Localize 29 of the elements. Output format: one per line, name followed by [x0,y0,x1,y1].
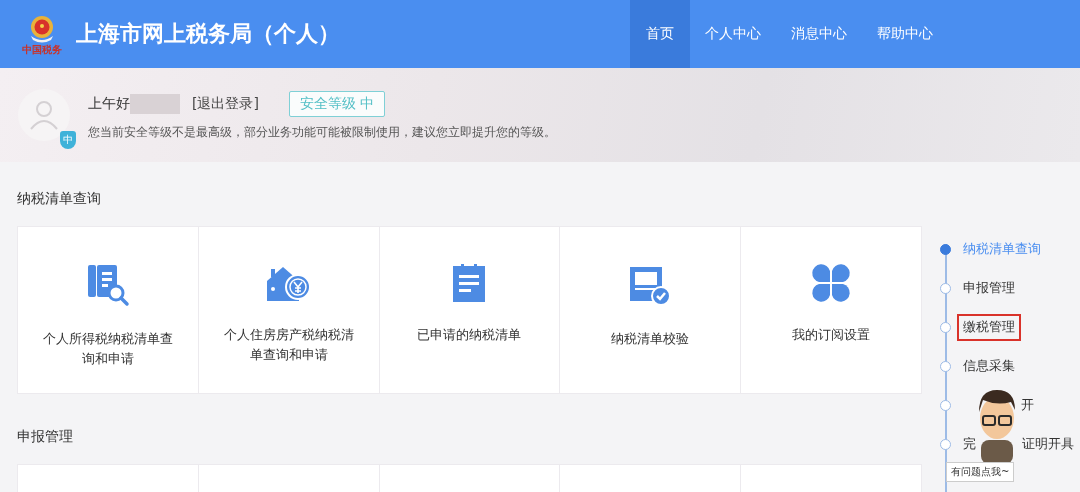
security-notice: 您当前安全等级不是最高级，部分业务功能可能被限制使用，建议您立即提升您的等级。 [88,124,556,140]
side-nav-link[interactable]: 缴税管理 [957,314,1021,341]
side-nav-link[interactable]: 开 [1015,392,1040,419]
greeting-text: 上午好 [88,94,130,113]
shield-badge: 中 [60,131,76,149]
help-tooltip[interactable]: 有问题点我~ [946,462,1015,482]
side-nav-link[interactable]: 信息采集 [957,353,1021,380]
document-search-icon [85,263,130,307]
site-title: 上海市网上税务局（个人） [76,20,340,48]
card-label: 个人所得税纳税清单查询和申请 [41,330,174,368]
side-nav-link[interactable]: 完 证明开具 [957,431,1080,458]
service-card[interactable]: 纳税清单校验 [560,227,741,393]
card-label: 个人住房房产税纳税清单查询和申请 [222,326,355,364]
service-card[interactable]: 个人所得税纳税清单查询和申请 [18,227,198,393]
redacted-name [130,93,180,114]
card-label: 纳税清单校验 [610,330,691,348]
logout-link[interactable]: [退出登录] [192,94,259,113]
side-nav-link[interactable]: 申报管理 [957,275,1021,302]
service-card[interactable]: 我的订阅设置 [741,227,921,393]
card-label: 我的订阅设置 [791,326,872,344]
card-label: 已申请的纳税清单 [416,326,523,344]
four-petal-icon [811,263,852,303]
security-level-badge: 安全等级 中 [288,90,386,117]
logo-caption: 中国税务 [22,44,62,55]
service-card[interactable]: 已申请的纳税清单 [379,227,560,393]
service-card[interactable]: 个人住房房产税纳税清单查询和申请 [198,227,379,393]
section-title: 纳税清单查询 [17,190,102,208]
section-title: 申报管理 [17,428,74,446]
nav-tab[interactable]: 首页 [630,0,690,68]
